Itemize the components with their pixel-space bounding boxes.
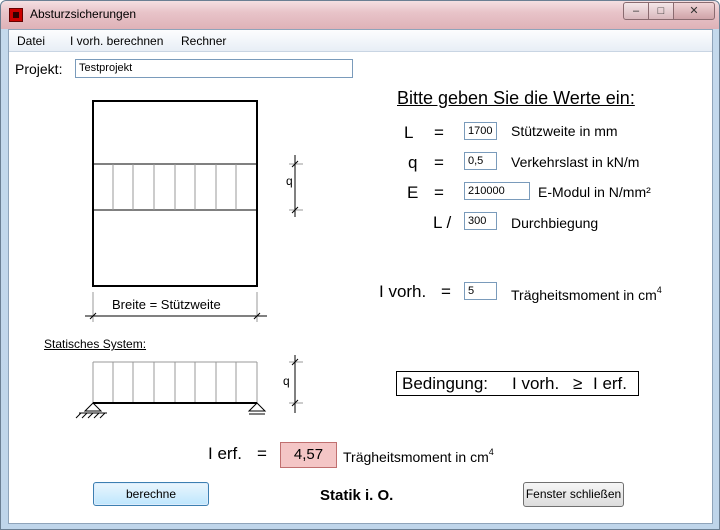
- durchbiegung-symbol: L /: [433, 213, 452, 232]
- q-system-label: q: [283, 374, 290, 388]
- input-heading: Bitte geben Sie die Werte ein:: [397, 88, 635, 108]
- ivorh-equals: =: [441, 282, 451, 301]
- ivorh-input[interactable]: 5: [464, 282, 497, 300]
- minimize-button[interactable]: –: [623, 2, 649, 20]
- e-modul-label: E-Modul in N/mm²: [538, 184, 651, 200]
- maximize-button[interactable]: □: [648, 2, 674, 20]
- bedingung-label: Bedingung:: [402, 374, 489, 393]
- ivorh-desc: Trägheitsmoment in cm: [511, 287, 657, 303]
- ierf-exp: 4: [488, 447, 494, 457]
- client-area: Datei I vorh. berechnen Rechner Projekt:…: [8, 29, 713, 524]
- static-system-diagram: [75, 355, 303, 419]
- ierf-label: Trägheitsmoment in cm4: [343, 447, 494, 465]
- stuetzweite-input[interactable]: 1700: [464, 122, 497, 140]
- berechne-button[interactable]: berechne: [93, 482, 209, 506]
- e-equals: =: [434, 183, 444, 202]
- e-symbol: E: [407, 183, 419, 202]
- ivorh-symbol: I vorh.: [379, 282, 427, 301]
- ierf-desc: Trägheitsmoment in cm: [343, 449, 489, 465]
- durchbiegung-input[interactable]: 300: [464, 212, 497, 230]
- status-text: Statik i. O.: [320, 487, 394, 504]
- ierf-equals: =: [257, 444, 267, 463]
- window-title: Absturzsicherungen: [30, 7, 137, 21]
- bedingung-op: ≥: [573, 374, 583, 393]
- q-symbol: q: [408, 153, 418, 172]
- e-modul-input[interactable]: 210000: [464, 182, 530, 200]
- ivorh-exp: 4: [656, 285, 662, 295]
- ierf-result: 4,57: [280, 442, 337, 468]
- title-bar[interactable]: Absturzsicherungen – □ ✕: [1, 1, 719, 29]
- l-equals: =: [434, 123, 444, 142]
- app-icon: [9, 8, 23, 22]
- bedingung-right: I erf.: [593, 374, 628, 393]
- q-equals: =: [434, 153, 444, 172]
- bedingung-box: Bedingung: I vorh. ≥ I erf.: [396, 371, 639, 396]
- app-window: Absturzsicherungen – □ ✕ Datei I vorh. b…: [0, 0, 720, 530]
- bedingung-left: I vorh.: [512, 374, 560, 393]
- stuetzweite-label: Stützweite in mm: [511, 123, 618, 139]
- ivorh-label: Trägheitsmoment in cm4: [511, 285, 662, 303]
- close-window-button[interactable]: ✕: [673, 2, 715, 20]
- verkehrslast-input[interactable]: 0,5: [464, 152, 497, 170]
- fenster-schliessen-button[interactable]: Fenster schließen: [523, 482, 624, 507]
- l-symbol: L: [404, 123, 414, 142]
- verkehrslast-label: Verkehrslast in kN/m: [511, 154, 640, 170]
- durchbiegung-label: Durchbiegung: [511, 215, 599, 231]
- ierf-symbol: I erf.: [208, 444, 243, 463]
